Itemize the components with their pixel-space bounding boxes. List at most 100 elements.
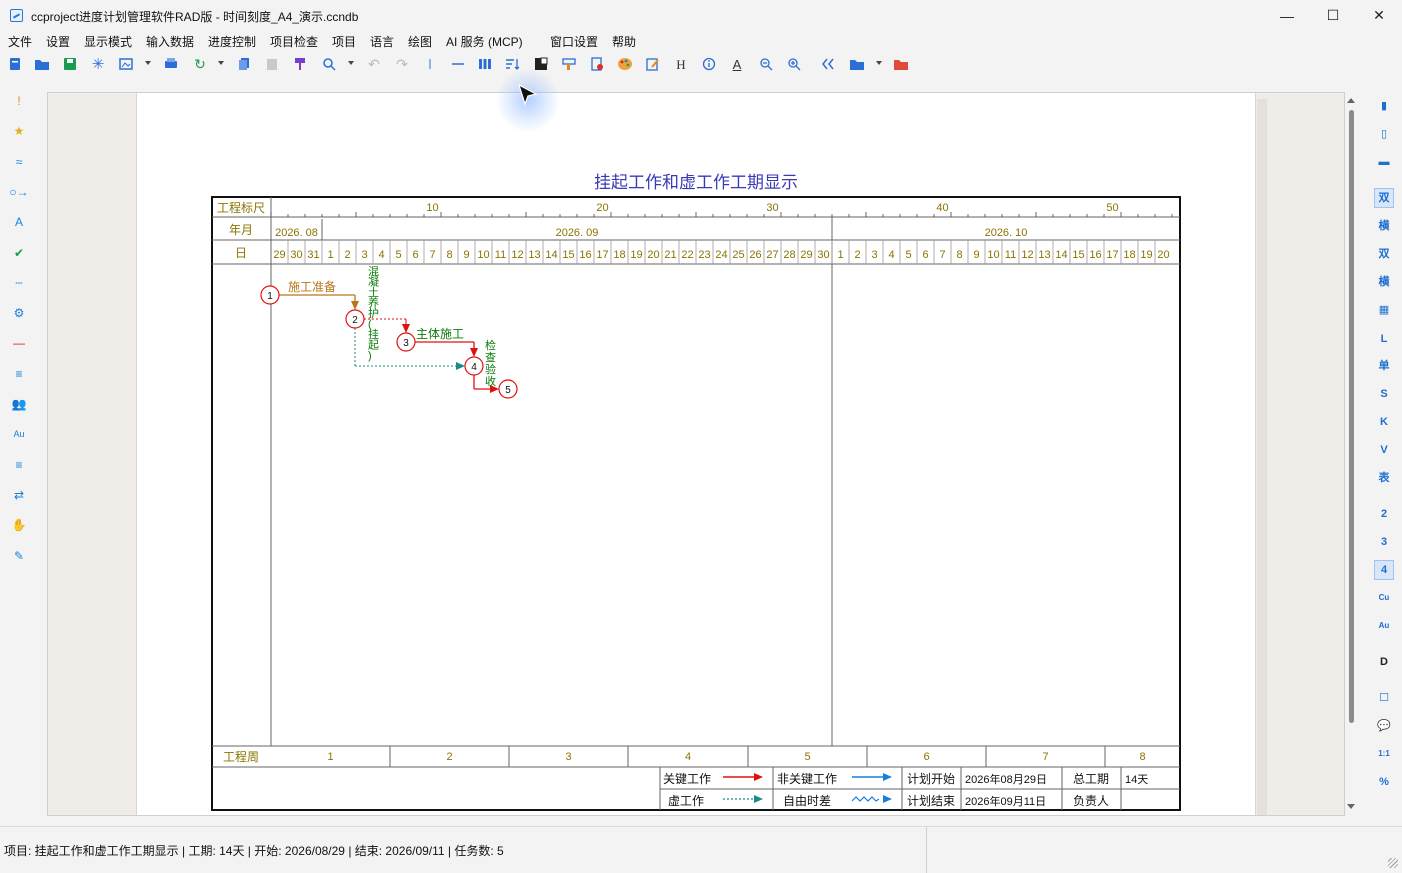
- refresh-dropdown-icon[interactable]: [218, 61, 224, 65]
- left-tool-2-icon[interactable]: ≈: [10, 153, 28, 171]
- right-tool-11[interactable]: K: [1374, 412, 1394, 432]
- copy-icon[interactable]: [236, 56, 252, 72]
- scroll-down-icon[interactable]: [1347, 804, 1355, 809]
- menu-item-7[interactable]: 语言: [370, 33, 394, 50]
- chart-title: 挂起工作和虚工作工期显示: [594, 173, 798, 192]
- menu-item-11[interactable]: 帮助: [612, 33, 636, 50]
- right-tool-12[interactable]: V: [1374, 440, 1394, 460]
- right-tool-15[interactable]: 3: [1374, 532, 1394, 552]
- menu-item-3[interactable]: 输入数据: [146, 33, 194, 50]
- right-tool-21[interactable]: 💬: [1374, 716, 1394, 736]
- right-tool-3[interactable]: 双: [1374, 188, 1394, 208]
- day-cell: 31: [307, 249, 319, 261]
- menu-item-9[interactable]: AI 服务 (MCP): [446, 33, 523, 50]
- zoom-dropdown-icon[interactable]: [348, 61, 354, 65]
- export-image-icon[interactable]: [118, 56, 134, 72]
- right-tool-7[interactable]: ▦: [1374, 300, 1394, 320]
- day-cell: 4: [378, 249, 384, 261]
- left-tool-11-icon[interactable]: Au: [10, 425, 28, 443]
- undo-icon[interactable]: ↶: [366, 56, 382, 72]
- format-painter-icon[interactable]: [292, 56, 308, 72]
- text-color-icon[interactable]: A: [729, 56, 745, 72]
- left-tool-8-icon[interactable]: —: [10, 334, 28, 352]
- columns-icon[interactable]: [477, 56, 493, 72]
- export-dropdown-icon[interactable]: [145, 61, 151, 65]
- resize-grip-icon[interactable]: [1388, 858, 1398, 868]
- open-project-icon[interactable]: [849, 56, 865, 72]
- highlighter-icon[interactable]: [561, 56, 577, 72]
- month-sep: 2026. 09: [556, 227, 599, 239]
- vertical-scrollbar[interactable]: [1345, 92, 1358, 816]
- right-tool-0[interactable]: ▮: [1374, 96, 1394, 116]
- zoom-in-icon[interactable]: [786, 56, 802, 72]
- right-tool-20[interactable]: ☐: [1374, 688, 1394, 708]
- open-project-dropdown-icon[interactable]: [876, 61, 882, 65]
- zoom-out-icon[interactable]: [758, 56, 774, 72]
- day-label: 日: [235, 246, 247, 260]
- red-folder-icon[interactable]: [893, 56, 909, 72]
- snowflake-icon[interactable]: ✳: [90, 56, 106, 72]
- line-icon[interactable]: [450, 56, 466, 72]
- right-tool-10[interactable]: S: [1374, 384, 1394, 404]
- right-tool-14[interactable]: 2: [1374, 504, 1394, 524]
- left-tool-14-icon[interactable]: ✋: [10, 516, 28, 534]
- collapse-icon[interactable]: [820, 56, 836, 72]
- scroll-up-icon[interactable]: [1347, 98, 1355, 103]
- heading-icon[interactable]: H: [673, 56, 689, 72]
- vertical-scroll-thumb[interactable]: [1349, 110, 1354, 723]
- left-tool-12-icon[interactable]: ≡: [10, 456, 28, 474]
- right-tool-8[interactable]: L: [1374, 329, 1394, 349]
- right-tool-4[interactable]: 横: [1374, 216, 1394, 236]
- palette-icon[interactable]: [617, 56, 633, 72]
- right-tool-16[interactable]: 4: [1374, 560, 1394, 580]
- menu-item-0[interactable]: 文件: [8, 33, 32, 50]
- left-tool-3-icon[interactable]: ○→: [9, 183, 28, 201]
- info-icon[interactable]: [701, 56, 717, 72]
- right-tool-6[interactable]: 横: [1374, 272, 1394, 292]
- left-tool-15-icon[interactable]: ✎: [10, 547, 28, 565]
- print-icon[interactable]: [163, 56, 179, 72]
- right-tool-18[interactable]: Au: [1374, 616, 1394, 636]
- new-file-icon[interactable]: [7, 56, 23, 72]
- right-tool-2[interactable]: ▬: [1374, 152, 1394, 172]
- menu-item-1[interactable]: 设置: [46, 33, 70, 50]
- zoom-icon[interactable]: [321, 56, 337, 72]
- close-button[interactable]: ✕: [1356, 0, 1402, 31]
- left-tool-1-icon[interactable]: ★: [10, 122, 28, 140]
- day-cell: 26: [749, 249, 761, 261]
- left-tool-10-icon[interactable]: 👥: [10, 395, 28, 413]
- menu-item-5[interactable]: 项目检查: [270, 33, 318, 50]
- menu-item-8[interactable]: 绘图: [408, 33, 432, 50]
- left-tool-4-icon[interactable]: A: [10, 213, 28, 231]
- left-tool-5-icon[interactable]: ✔: [10, 244, 28, 262]
- document-canvas[interactable]: 挂起工作和虚工作工期显示 工程标尺 年月日 10 20 30 40 50 2026. 08 202…: [47, 92, 1345, 816]
- menu-bar: 文件 设置 显示模式 输入数据 进度控制 项目检查 项目 语言 绘图 AI 服务 (MCP) 窗口设…: [0, 31, 1402, 50]
- save-icon[interactable]: [62, 56, 78, 72]
- right-tool-19[interactable]: D: [1374, 652, 1394, 672]
- left-tool-13-icon[interactable]: ⇄: [10, 486, 28, 504]
- right-tool-5[interactable]: 双: [1374, 244, 1394, 264]
- right-tool-22[interactable]: 1:1: [1374, 744, 1394, 764]
- right-tool-17[interactable]: Cu: [1374, 588, 1394, 608]
- right-tool-9[interactable]: 单: [1374, 356, 1394, 376]
- edit-note-icon[interactable]: [645, 56, 661, 72]
- left-tool-0-icon[interactable]: !: [10, 92, 28, 110]
- left-tool-6-icon[interactable]: ┄: [10, 274, 28, 292]
- minimize-button[interactable]: —: [1264, 0, 1310, 31]
- paste-icon[interactable]: [264, 56, 280, 72]
- maximize-button[interactable]: ☐: [1310, 0, 1356, 31]
- right-tool-1[interactable]: ▯: [1374, 124, 1394, 144]
- open-folder-icon[interactable]: [34, 56, 50, 72]
- refresh-icon[interactable]: ↻: [192, 56, 208, 72]
- redo-icon[interactable]: ↷: [394, 56, 410, 72]
- right-tool-23[interactable]: %: [1374, 772, 1394, 792]
- left-tool-9-icon[interactable]: ≡: [10, 365, 28, 383]
- day-cell: 19: [630, 249, 642, 261]
- menu-item-6[interactable]: 项目: [332, 33, 356, 50]
- page-settings-icon[interactable]: [589, 56, 605, 72]
- menu-item-2[interactable]: 显示模式: [84, 33, 132, 50]
- left-tool-7-icon[interactable]: ⚙: [10, 304, 28, 322]
- menu-item-4[interactable]: 进度控制: [208, 33, 256, 50]
- menu-item-10[interactable]: 窗口设置: [550, 33, 598, 50]
- right-tool-13[interactable]: 表: [1374, 468, 1394, 488]
